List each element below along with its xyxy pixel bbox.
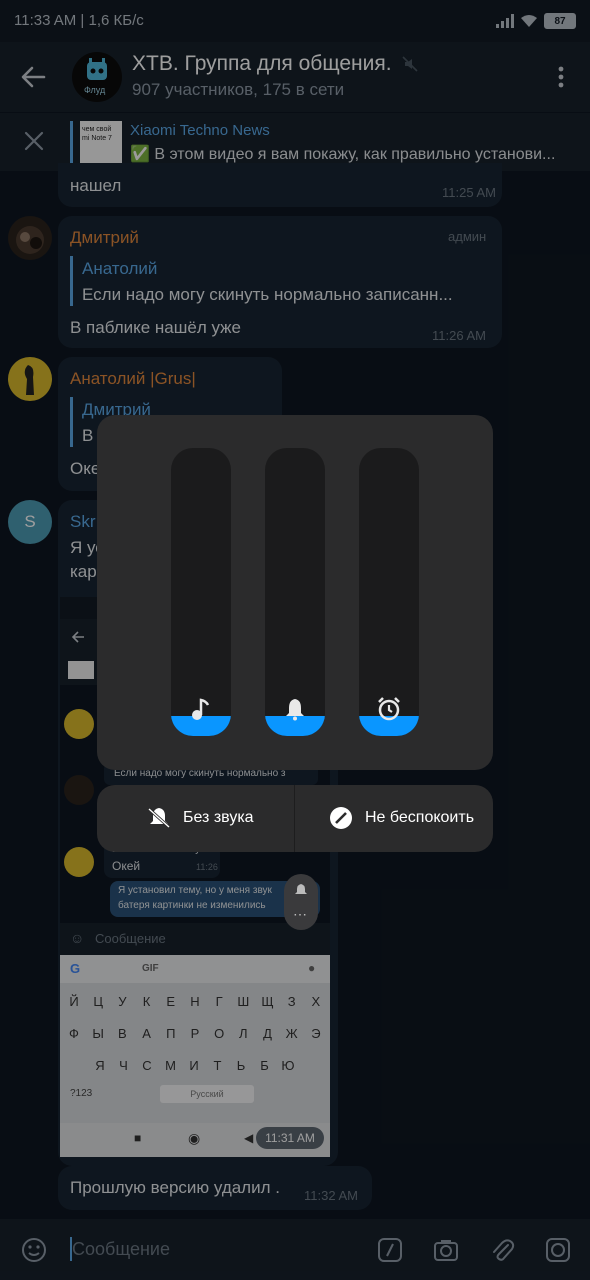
- mute-label: Без звука: [183, 809, 254, 826]
- dnd-label: Не беспокоить: [365, 809, 475, 826]
- volume-mini-control[interactable]: ⋯: [284, 874, 318, 930]
- volume-panel: [97, 415, 493, 770]
- vibrate-icon: [295, 884, 307, 894]
- more-icon: ⋯: [293, 906, 307, 922]
- mute-bell-icon: [147, 807, 171, 829]
- alarm-volume-slider[interactable]: [359, 448, 419, 736]
- media-volume-slider[interactable]: [171, 448, 231, 736]
- ring-volume-slider[interactable]: [265, 448, 325, 736]
- mode-divider: [294, 785, 295, 852]
- do-not-disturb-button[interactable]: Не беспокоить: [329, 806, 474, 830]
- music-note-icon: [192, 698, 210, 720]
- do-not-disturb-icon: [330, 807, 352, 829]
- sound-mode-bar: Без звука Не беспокоить: [97, 785, 493, 852]
- mute-button[interactable]: Без звука: [147, 806, 254, 830]
- alarm-icon: [378, 697, 400, 721]
- bell-icon: [286, 699, 304, 721]
